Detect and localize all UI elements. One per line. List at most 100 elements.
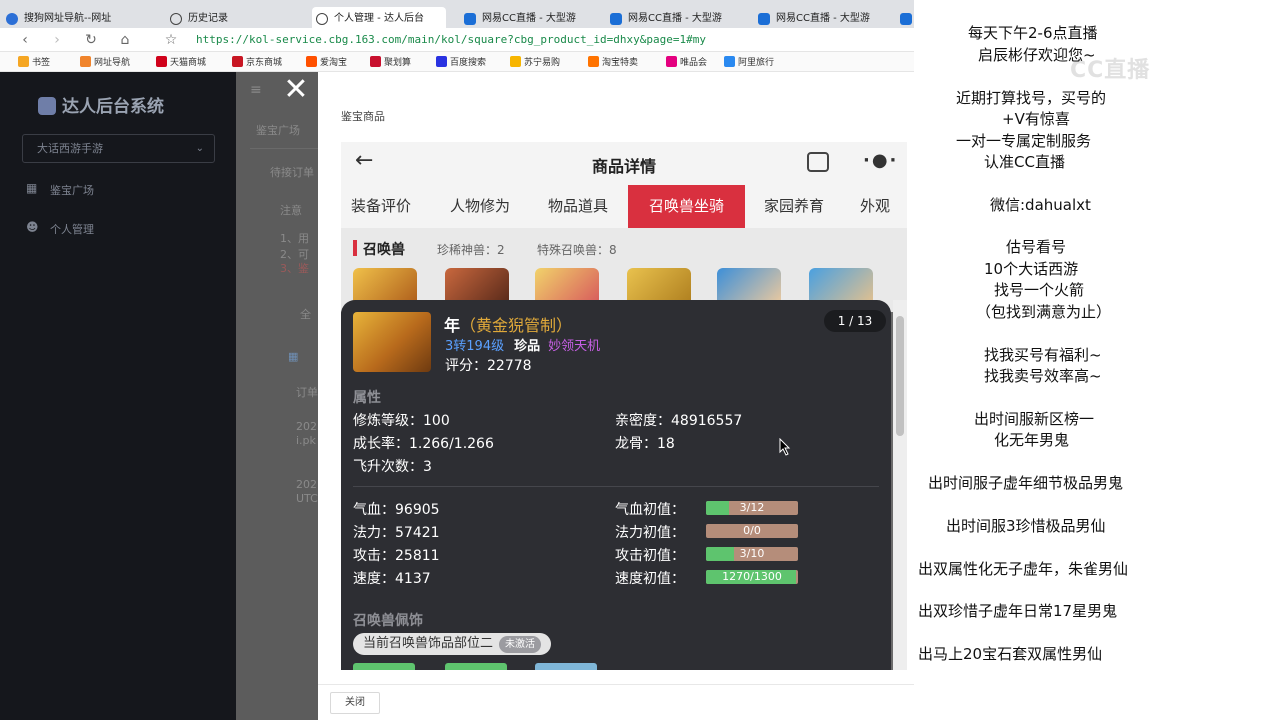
more-icon[interactable]: ·●·: [863, 150, 898, 171]
juhuasuan-icon: [370, 56, 381, 67]
pet-thumbnail[interactable]: [353, 268, 417, 302]
pet-portrait: [353, 312, 431, 372]
tmall-icon: [156, 56, 167, 67]
stream-line: 化无年男鬼: [994, 431, 1070, 449]
note-item: 1、用: [280, 232, 309, 245]
stat-spd: 速度：4137: [353, 571, 431, 587]
detail-header: ← 商品详情 ·●·: [341, 142, 907, 185]
tab-home[interactable]: 家园养育: [751, 185, 837, 228]
pet-thumbnail[interactable]: [535, 268, 599, 302]
attr-ascension: 飞升次数：3: [353, 459, 432, 475]
bookmark-item[interactable]: 百度搜索: [436, 55, 486, 68]
baidu-icon: [436, 56, 447, 67]
attr-growth: 成长率：1.266/1.266: [353, 436, 494, 452]
accessory-slot[interactable]: [535, 663, 597, 670]
forward-icon[interactable]: ›: [48, 31, 66, 49]
vip-icon: [666, 56, 677, 67]
initial-hp-bar: 3/12: [706, 501, 798, 515]
bookmark-item[interactable]: 唯品会: [666, 55, 707, 68]
stream-line: 找号一个火箭: [994, 281, 1085, 299]
initial-atk-label: 攻击初值：: [615, 548, 685, 564]
menu-icon: ≡: [250, 82, 262, 98]
stat-mp: 法力：57421: [353, 525, 440, 541]
tab-appearance[interactable]: 外观: [849, 185, 901, 228]
cc-icon: [758, 13, 770, 25]
tab-label: 搜狗网址导航--网址: [24, 13, 112, 24]
pet-thumbnail[interactable]: [627, 268, 691, 302]
tab-equipment[interactable]: 装备评价: [341, 185, 421, 228]
pet-thumbnail[interactable]: [717, 268, 781, 302]
bookmark-item[interactable]: 淘宝特卖: [588, 55, 638, 68]
stream-text-panel: CC直播 每天下午2-6点直播 启辰彬仔欢迎您~ 近期打算找号，买号的 +V有惊…: [914, 0, 1280, 720]
tab-label: 个人管理 - 达人后台: [334, 13, 424, 24]
table-cell: 202: [296, 478, 317, 491]
logo-icon: [38, 97, 56, 115]
share-icon[interactable]: [807, 152, 829, 172]
accessory-pill[interactable]: 当前召唤兽饰品部位二 未激活: [353, 633, 552, 655]
bookmark-item[interactable]: 聚划算: [370, 55, 411, 68]
stat-atk: 攻击：25811: [353, 548, 440, 564]
stream-line: 认准CC直播: [984, 153, 1065, 171]
taobao-icon: [306, 56, 317, 67]
taobao-sale-icon: [588, 56, 599, 67]
accessory-title: 召唤兽佩饰: [353, 613, 423, 629]
sidebar-item-square[interactable]: ▦ 鉴宝广场: [26, 181, 94, 198]
reload-icon[interactable]: ↻: [82, 31, 100, 49]
stream-line: 启辰彬仔欢迎您~: [978, 46, 1096, 64]
game-select[interactable]: 大话西游手游 ⌄: [22, 134, 215, 163]
tab-label: 网易CC直播 - 大型游: [628, 13, 722, 24]
bookmark-item[interactable]: 苏宁易购: [510, 55, 560, 68]
initial-atk-bar: 3/10: [706, 547, 798, 561]
pet-score: 评分：22778: [445, 358, 532, 374]
bookmark-item[interactable]: 网址导航: [80, 55, 130, 68]
tab-items[interactable]: 物品道具: [535, 185, 621, 228]
stream-line: 估号看号: [1006, 238, 1067, 256]
pet-detail-card: 年（黄金猊管制） 3转194级 珍品 妙领天机 评分：22778 1 / 13 属性…: [341, 300, 891, 670]
divider: [353, 486, 879, 487]
brand: 达人后台系统: [38, 92, 164, 117]
tab-label: 网易CC直播 - 大型游: [776, 13, 870, 24]
cc-icon: [900, 13, 912, 25]
tab-pets[interactable]: 召唤兽坐骑: [628, 185, 745, 228]
user-icon: ☻: [26, 220, 39, 234]
star-icon: [18, 56, 29, 67]
back-icon[interactable]: ‹: [16, 31, 34, 49]
pet-rarity: 珍品: [514, 339, 541, 354]
stream-line: 每天下午2-6点直播: [968, 24, 1098, 42]
close-button[interactable]: 关闭: [330, 692, 380, 714]
pet-meta: 3转194级 珍品 妙领天机: [445, 335, 600, 354]
bookmark-item[interactable]: 天猫商城: [156, 55, 206, 68]
tab-label: 网易CC直播 - 大型游: [482, 13, 576, 24]
bookmark-item[interactable]: 书签: [18, 55, 50, 68]
stream-line: 找我卖号效率高~: [984, 367, 1102, 385]
stream-line: 出时间服子虚年细节极品男鬼: [928, 474, 1124, 492]
initial-hp-label: 气血初值：: [615, 502, 685, 518]
grid-icon: ▦: [288, 350, 299, 363]
pet-name: 年（黄金猊管制）: [444, 316, 573, 335]
globe-icon: [316, 13, 328, 25]
bookmark-item[interactable]: 爱淘宝: [306, 55, 347, 68]
initial-mp-label: 法力初值：: [615, 525, 685, 541]
accessory-slot[interactable]: [445, 663, 507, 670]
grid-icon: ▦: [26, 181, 38, 195]
sidebar-item-personal[interactable]: ☻ 个人管理: [26, 220, 94, 237]
accessory-slot[interactable]: [353, 663, 415, 670]
tab-cultivation[interactable]: 人物修为: [437, 185, 523, 228]
pet-thumbnail[interactable]: [445, 268, 509, 302]
bookmark-item[interactable]: 京东商城: [232, 55, 282, 68]
url-input[interactable]: https://kol-service.cbg.163.com/main/kol…: [196, 33, 706, 46]
bookmark-item[interactable]: 阿里旅行: [724, 55, 774, 68]
pet-skill: 妙领天机: [548, 339, 601, 354]
cc-icon: [610, 13, 622, 25]
stream-line: 出时间服新区榜一: [974, 410, 1095, 428]
product-detail-frame: ← 商品详情 ·●· 装备评价 人物修为 物品道具 召唤兽坐骑 家园养育 外观 …: [341, 142, 907, 670]
jd-icon: [232, 56, 243, 67]
scrollbar-thumb[interactable]: [896, 316, 904, 436]
close-icon[interactable]: ✕: [280, 75, 312, 108]
suning-icon: [510, 56, 521, 67]
home-icon[interactable]: ⌂: [116, 31, 134, 49]
star-icon[interactable]: ☆: [162, 31, 180, 49]
pet-level: 3转194级: [445, 339, 505, 354]
attr-intimacy: 亲密度：48916557: [615, 413, 743, 429]
pet-thumbnail[interactable]: [809, 268, 873, 302]
